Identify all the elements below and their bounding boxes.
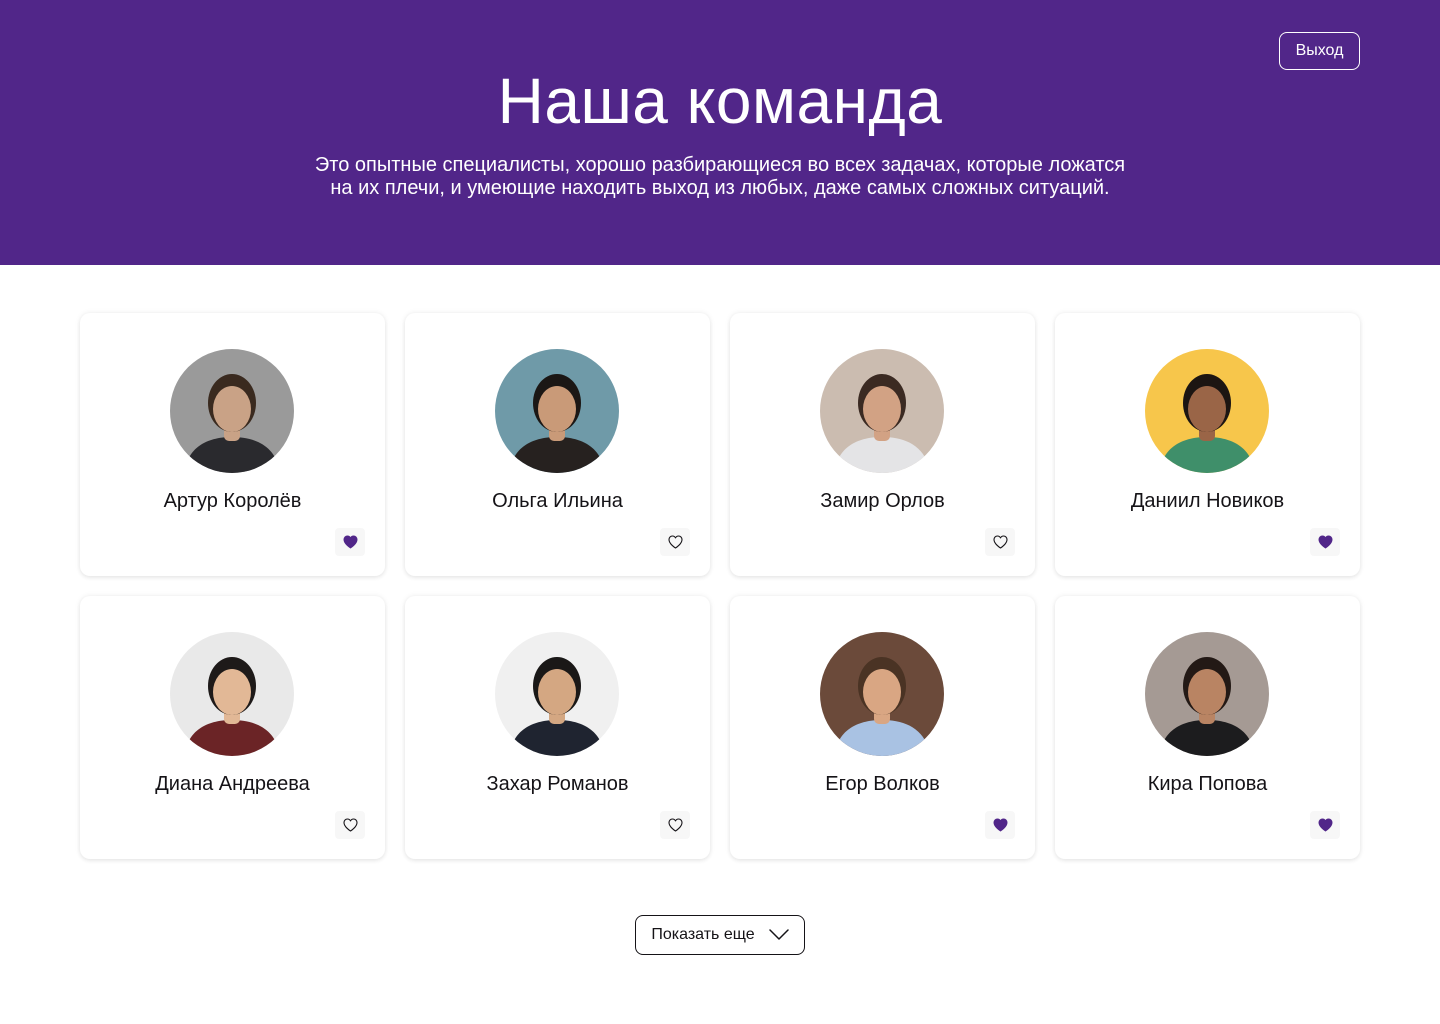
show-more-label: Показать еще: [651, 926, 755, 943]
team-member-card[interactable]: Замир Орлов: [730, 313, 1035, 576]
avatar-face: [863, 669, 901, 715]
team-member-card[interactable]: Даниил Новиков: [1055, 313, 1360, 576]
page-description-line: на их плечи, и умеющие находить выход из…: [330, 177, 1110, 199]
like-button[interactable]: [660, 528, 690, 556]
avatar-face: [213, 669, 251, 715]
avatar-face: [538, 669, 576, 715]
avatar-face: [538, 386, 576, 432]
avatar: [495, 349, 619, 473]
like-button[interactable]: [335, 811, 365, 839]
page-description-line: Это опытные специалисты, хорошо разбираю…: [314, 154, 1126, 176]
team-member-name: Диана Андреева: [155, 773, 310, 795]
like-button[interactable]: [1310, 528, 1340, 556]
page-title: Наша команда: [497, 65, 943, 137]
heart-filled-icon: [343, 535, 357, 549]
team-grid: Артур Королёв Ольга Ильина Замир Орлов Дани…: [80, 313, 1360, 859]
heart-filled-icon: [1318, 535, 1332, 549]
avatar-face: [1188, 669, 1226, 715]
avatar-face: [213, 386, 251, 432]
team-member-name: Ольга Ильина: [492, 490, 623, 512]
avatar-photo: [820, 632, 944, 756]
team-member-card[interactable]: Кира Попова: [1055, 596, 1360, 859]
avatar-photo: [1145, 632, 1269, 756]
avatar: [1145, 349, 1269, 473]
avatar-photo: [170, 632, 294, 756]
avatar-face: [863, 386, 901, 432]
avatar-face: [1188, 386, 1226, 432]
like-button[interactable]: [335, 528, 365, 556]
team-member-card[interactable]: Захар Романов: [405, 596, 710, 859]
avatar: [820, 632, 944, 756]
heart-filled-icon: [993, 818, 1007, 832]
avatar-photo: [495, 349, 619, 473]
avatar-photo: [820, 349, 944, 473]
chevron-down-icon: [768, 929, 789, 940]
avatar: [170, 632, 294, 756]
heart-outline-icon: [342, 818, 358, 832]
like-button[interactable]: [1310, 811, 1340, 839]
team-member-name: Захар Романов: [486, 773, 629, 795]
avatar-photo: [495, 632, 619, 756]
heart-filled-icon: [1318, 818, 1332, 832]
team-member-name: Кира Попова: [1147, 773, 1268, 795]
team-member-name: Егор Волков: [825, 773, 940, 795]
like-button[interactable]: [985, 811, 1015, 839]
team-member-card[interactable]: Егор Волков: [730, 596, 1035, 859]
team-member-card[interactable]: Артур Королёв: [80, 313, 385, 576]
heart-outline-icon: [667, 818, 683, 832]
hero-header: Выход Наша команда Это опытные специалис…: [0, 0, 1440, 265]
avatar: [1145, 632, 1269, 756]
avatar: [495, 632, 619, 756]
team-member-card[interactable]: Ольга Ильина: [405, 313, 710, 576]
avatar-photo: [1145, 349, 1269, 473]
show-more-button[interactable]: Показать еще: [635, 915, 805, 955]
team-member-name: Замир Орлов: [820, 490, 945, 512]
page-description: Это опытные специалисты, хорошо разбираю…: [290, 154, 1150, 200]
like-button[interactable]: [660, 811, 690, 839]
heart-outline-icon: [992, 535, 1008, 549]
like-button[interactable]: [985, 528, 1015, 556]
team-member-card[interactable]: Диана Андреева: [80, 596, 385, 859]
team-member-name: Даниил Новиков: [1130, 490, 1285, 512]
avatar-photo: [170, 349, 294, 473]
heart-outline-icon: [667, 535, 683, 549]
avatar: [820, 349, 944, 473]
team-member-name: Артур Королёв: [163, 490, 302, 512]
avatar: [170, 349, 294, 473]
